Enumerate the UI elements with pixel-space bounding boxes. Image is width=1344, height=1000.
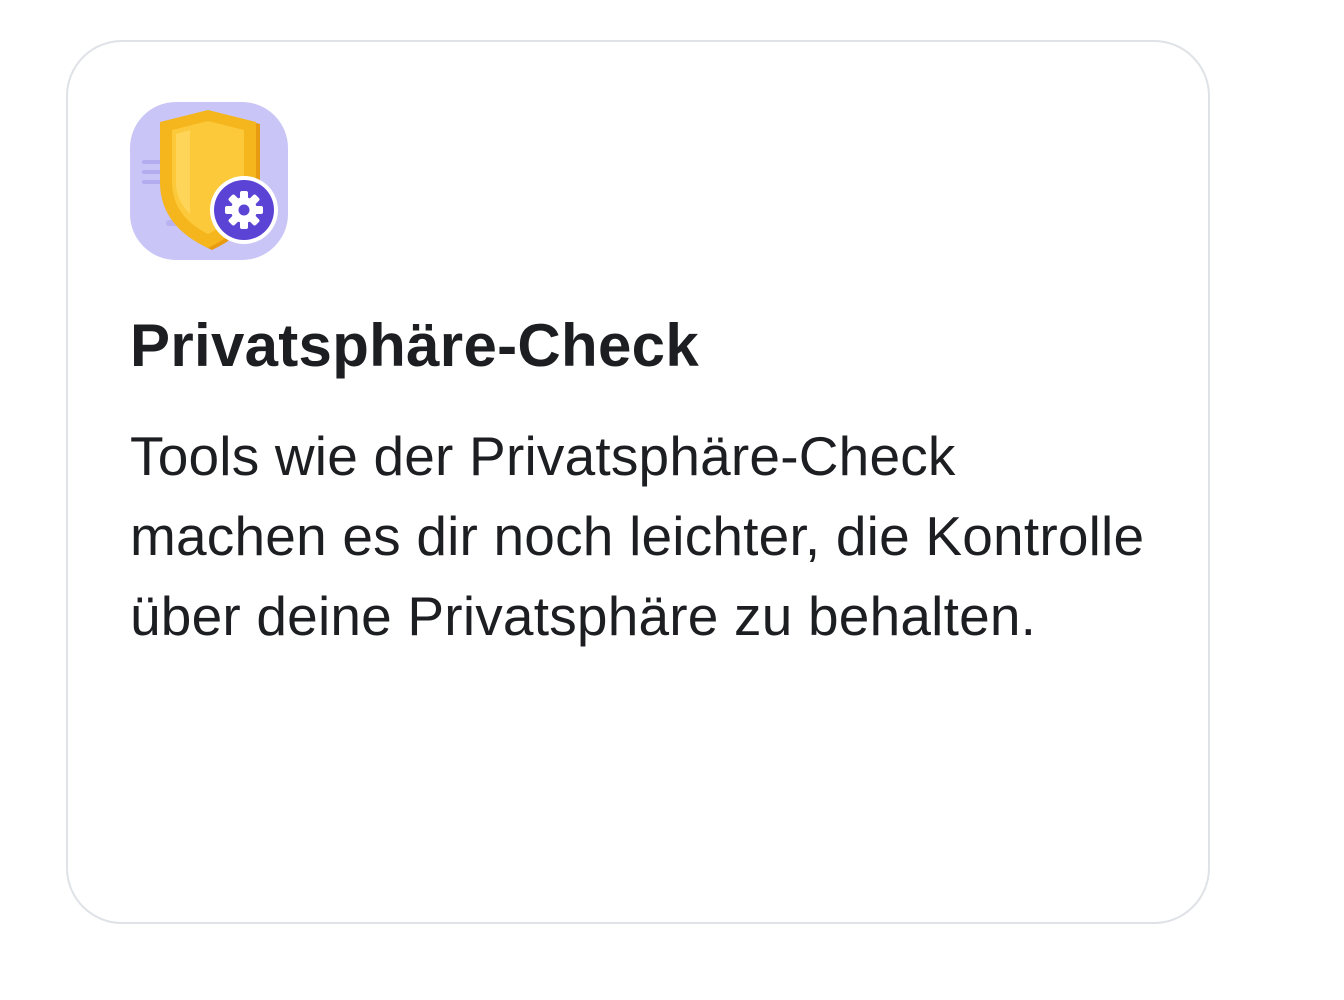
card-description: Tools wie der Privatsphäre-Check machen … <box>130 425 1145 647</box>
privacy-check-card[interactable]: Privatsphäre-Check Tools wie der Privats… <box>66 40 1210 924</box>
card-title: Privatsphäre-Check <box>130 312 699 379</box>
shield-gear-icon <box>130 102 288 260</box>
